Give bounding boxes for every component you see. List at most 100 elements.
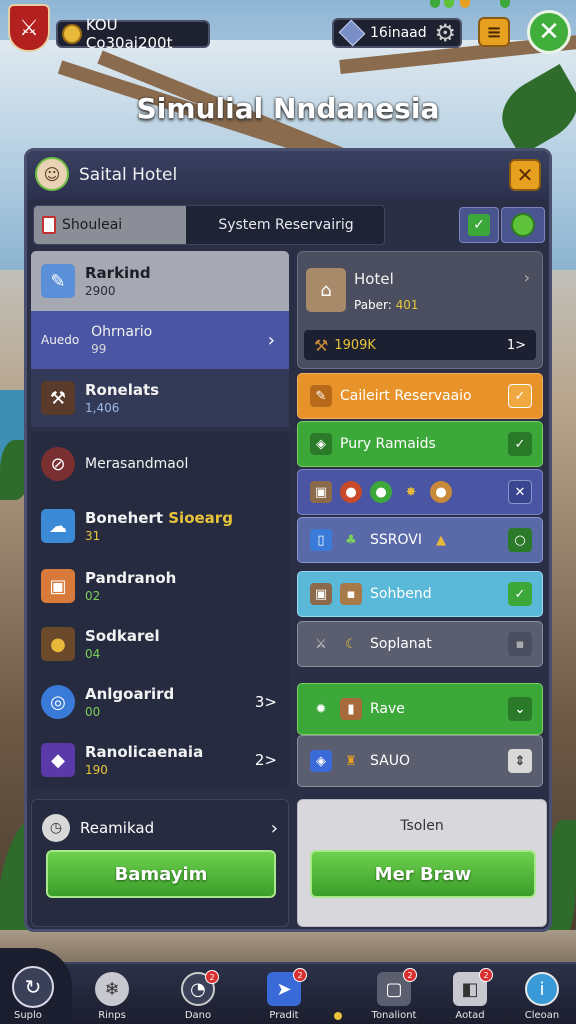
gem-amount: 16inaad (370, 25, 427, 41)
cube-icon: ◧ 2 (453, 968, 493, 1006)
notification-badge: 2 (205, 970, 219, 984)
list-item[interactable]: ◆ Ranolicaenaia 190 2> (31, 731, 289, 789)
list-item[interactable]: ☁ Bonehert Sioearg 31 (31, 495, 289, 557)
bread-icon: ● (430, 481, 452, 503)
bamayim-button[interactable]: Bamayim (46, 850, 276, 898)
crystal-icon: ◆ (41, 743, 75, 777)
nav-aotad[interactable]: ◧ 2 Aotad (440, 968, 500, 1021)
item-count: 3> (254, 693, 277, 711)
list-item[interactable]: ◷ Reamikad › (42, 812, 278, 844)
hotel-card[interactable]: ⌂ Hotel › Paber: 401 ⚒ 1909K 1> (297, 251, 543, 369)
chevron-down-icon[interactable]: ⌄ (508, 697, 532, 721)
coins-icon: ● (41, 627, 75, 661)
check-icon[interactable]: ✓ (508, 432, 532, 456)
supply-row[interactable]: ▯ ♣ SSROVI ▲ ○ (297, 517, 543, 563)
panel-close-button[interactable]: ✕ (509, 159, 541, 191)
door-icon: ▯ (310, 529, 332, 551)
restricted-icon: ⊘ (41, 447, 75, 481)
list-item[interactable]: ▣ Pandranoh 02 (31, 557, 289, 615)
menu-button[interactable]: ≡ (478, 17, 510, 47)
check-icon[interactable]: ✓ (508, 582, 532, 606)
nav-rinps[interactable]: ❄ Rinps (82, 972, 142, 1021)
resource-row[interactable]: ▣ ● ● ✸ ● ✕ (297, 469, 543, 515)
nav-cleoan[interactable]: i Cleoan (512, 972, 572, 1021)
reservation-row[interactable]: ✎ Caileirt Reservaaio ✓ (297, 373, 543, 419)
payments-row[interactable]: ◈ Pury Ramaids ✓ (297, 421, 543, 467)
hammer-icon: ⚒ (314, 335, 329, 355)
camera-icon: ▢ 2 (377, 968, 417, 1006)
shield-icon: ◈ (310, 433, 332, 455)
paper-plane-icon: ➤ 2 (267, 968, 307, 1006)
notification-dot (430, 0, 440, 8)
gold-icon: ▲ (435, 532, 446, 548)
coin-counter[interactable]: KOU Co30ai200t (56, 16, 210, 52)
snowflake-icon: ❄ (95, 972, 129, 1006)
notification-dot (444, 0, 454, 8)
list-item[interactable]: ⚒ Ronelats 1,406 (31, 369, 289, 427)
banana-icon: ☾ (345, 636, 357, 652)
notification-dot (500, 0, 510, 8)
notification-badge: 2 (293, 968, 307, 982)
coin-amount: KOU Co30ai200t (85, 16, 173, 52)
chest-icon: ▣ (310, 481, 332, 503)
star-icon: ✸ (405, 484, 417, 500)
info-icon: i (525, 972, 559, 1006)
gear-icon[interactable]: ⚙ (434, 19, 456, 47)
nav-suplo[interactable]: ↻ Suplo (0, 948, 72, 1024)
notification-badge: 2 (479, 968, 493, 982)
status-dot (334, 1012, 342, 1020)
close-button[interactable]: ✕ (527, 10, 571, 54)
panel-title: Saital Hotel (79, 165, 178, 185)
gem-counter[interactable]: 16inaad ⚙ (332, 18, 462, 48)
check-toggle[interactable]: ✓ (459, 207, 499, 243)
nav-dano[interactable]: ◔ 2 Dano (168, 970, 228, 1021)
bottom-nav: ❄ Rinps ◔ 2 Dano ➤ 2 Pradit ▢ 2 Tonaliont ◧… (0, 962, 576, 1024)
chest-icon: ▣ (310, 583, 332, 605)
list-item-selected[interactable]: Auedo Ohrnario 99 › (31, 311, 289, 369)
settings-icon[interactable]: ▪ (508, 632, 532, 656)
list-item[interactable]: ◎ Anlgoarird 00 3> (31, 673, 289, 731)
palm-leaf (548, 820, 576, 940)
cloud-icon: ☁ (41, 509, 75, 543)
plant-icon: ♣ (345, 532, 357, 548)
nav-pradit[interactable]: ➤ 2 Pradit (254, 968, 314, 1021)
scene-title: Simulial Nndanesia (136, 92, 440, 125)
leaf-icon: ● (370, 481, 392, 503)
hotel-amount-bar: ⚒ 1909K 1> (304, 330, 536, 360)
chevron-right-icon: › (267, 329, 275, 351)
sword-icon: ⚔ (315, 636, 327, 652)
tsolen-label: Tsolen (400, 818, 444, 834)
coin-icon (62, 24, 82, 44)
target-icon: ◎ (41, 685, 75, 719)
rave-row[interactable]: ✹ ▮ Rave ⌄ (297, 683, 543, 735)
game-emblem-icon[interactable]: ⚔ (8, 4, 50, 52)
tab-system-reservation[interactable]: System Reservairig (188, 206, 384, 244)
avatar[interactable]: ☺ (35, 157, 69, 191)
list-item[interactable]: ✎ Rarkind 2900 (31, 251, 289, 311)
swirl-icon: ↻ (12, 966, 54, 1008)
list-item[interactable]: ● Sodkarel 04 (31, 615, 289, 673)
close-icon[interactable]: ✕ (508, 480, 532, 504)
soplanat-row[interactable]: ⚔ ☾ Soplanat ▪ (297, 621, 543, 667)
top-bar: ⚔ KOU Co30ai200t 16inaad ⚙ ≡ ✕ (0, 0, 576, 62)
box-icon: ▪ (340, 583, 362, 605)
gear-icon: ✹ (315, 701, 327, 717)
hotel-panel: ☺ Saital Hotel ✕ Shouleai System Reserva… (24, 148, 552, 932)
list-item[interactable]: ⊘ Merasandmaol (31, 433, 289, 495)
tab-shouleai[interactable]: Shouleai (34, 206, 186, 244)
mer-braw-button[interactable]: Mer Braw (310, 850, 536, 898)
check-icon[interactable]: ✓ (508, 384, 532, 408)
notification-badge: 2 (403, 968, 417, 982)
pencil-icon: ✎ (41, 264, 75, 298)
circle-icon[interactable]: ○ (508, 528, 532, 552)
hotel-building-icon: ⌂ (306, 268, 346, 312)
panel-header: ☺ Saital Hotel ✕ (27, 151, 549, 199)
sauo-row[interactable]: ◈ ♜ SAUO ⇕ (297, 735, 543, 787)
status-toggle[interactable] (501, 207, 545, 243)
stepper-icon[interactable]: ⇕ (508, 749, 532, 773)
nav-tonaliont[interactable]: ▢ 2 Tonaliont (364, 968, 424, 1021)
sohbend-row[interactable]: ▣ ▪ Sohbend ✓ (297, 571, 543, 617)
box-icon: ▣ (41, 569, 75, 603)
clock-icon: ◷ (42, 814, 70, 842)
scroll-icon: ▮ (340, 698, 362, 720)
